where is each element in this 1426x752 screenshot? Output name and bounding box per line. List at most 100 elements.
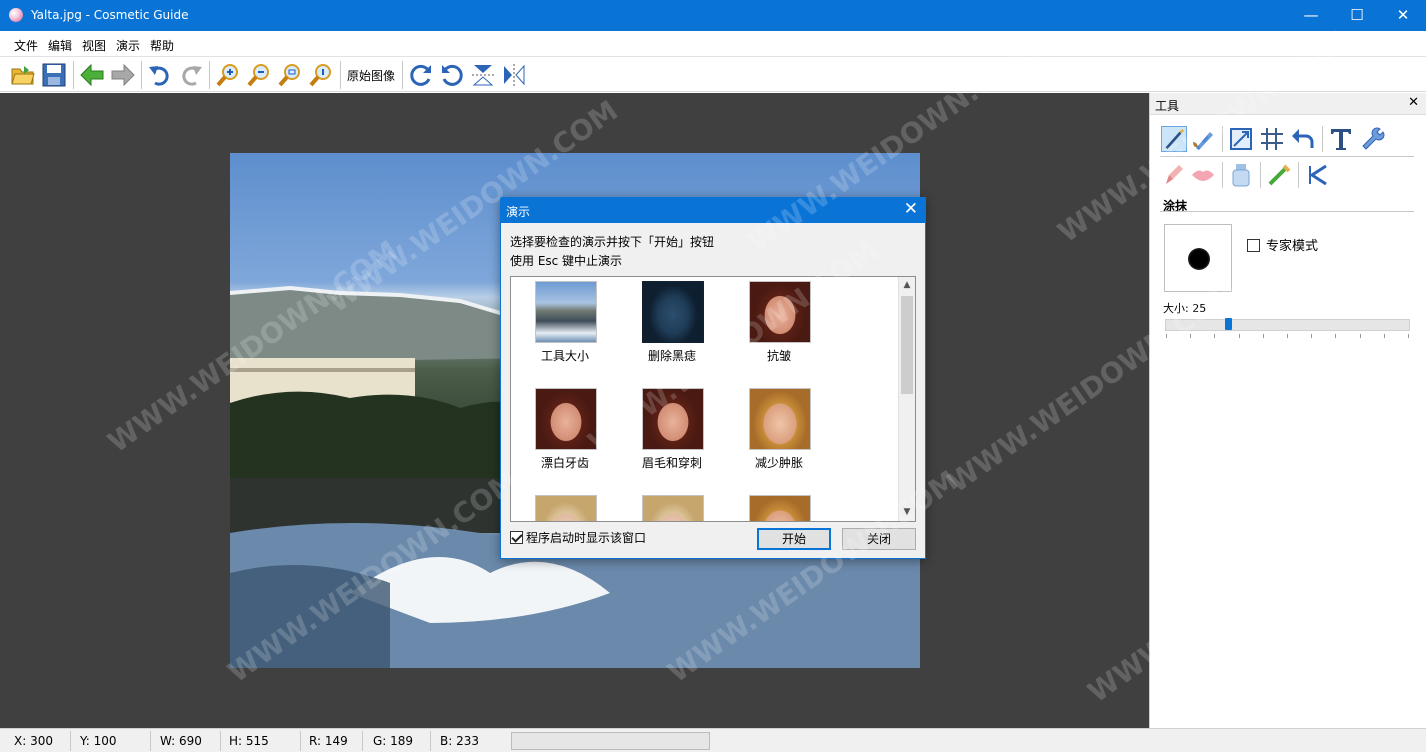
slider-tick — [1166, 334, 1167, 338]
scroll-up-icon[interactable]: ▲ — [899, 277, 915, 294]
demo-item-label: 减少肿胀 — [754, 456, 803, 470]
status-x: X: 300 — [14, 734, 53, 748]
demo-item-label: 工具大小 — [540, 349, 589, 363]
demo-thumb-face — [749, 388, 811, 450]
demo-thumb-face — [749, 495, 811, 521]
start-button[interactable]: 开始 — [757, 528, 831, 550]
brush-dot — [1188, 248, 1210, 270]
demo-item-anti-wrinkle[interactable]: 抗皱 — [729, 279, 829, 379]
back-arrow-icon[interactable] — [79, 62, 105, 88]
menu-file[interactable]: 文件 — [14, 37, 38, 54]
zoom-actual-icon[interactable] — [308, 62, 334, 88]
panel-undo-icon[interactable] — [1290, 126, 1316, 152]
demo-item-tool-size[interactable]: 工具大小 — [515, 279, 615, 379]
demo-item-label: 删除黑痣 — [647, 349, 696, 363]
zoom-fit-icon[interactable] — [277, 62, 303, 88]
rotate-cw-icon[interactable] — [408, 62, 434, 88]
app-icon — [9, 8, 23, 22]
menu-edit[interactable]: 编辑 — [48, 37, 72, 54]
slider-tick — [1335, 334, 1336, 338]
mascara-brush-icon[interactable] — [1266, 162, 1292, 188]
pencil-tool-icon[interactable] — [1161, 162, 1187, 188]
demo-item-eyebrows-piercing[interactable]: 眉毛和穿刺 — [622, 386, 722, 486]
collapse-arrow-icon[interactable] — [1304, 162, 1330, 188]
tools-panel-close-button[interactable]: ✕ — [1408, 95, 1419, 110]
maximize-button[interactable]: ☐ — [1334, 0, 1380, 31]
paint-brush-icon[interactable] — [1190, 126, 1216, 152]
expert-mode-check[interactable] — [1247, 239, 1260, 252]
demo-instruction: 选择要检查的演示并按下「开始」按钮 — [510, 235, 715, 249]
slider-tick — [1384, 334, 1385, 338]
demo-item-label: 抗皱 — [766, 349, 791, 363]
demo-thumb-face — [535, 495, 597, 521]
demo-esc-hint: 使用 Esc 键中止演示 — [510, 254, 623, 268]
slider-tick — [1311, 334, 1312, 338]
demo-thumb-face — [535, 388, 597, 450]
slider-tick — [1190, 334, 1191, 338]
window-title: Yalta.jpg - Cosmetic Guide — [31, 8, 189, 22]
smudge-brush-icon[interactable] — [1161, 126, 1187, 152]
cosmetic-bottle-icon[interactable] — [1228, 162, 1254, 188]
open-folder-icon[interactable] — [10, 62, 36, 88]
text-tool-icon[interactable] — [1328, 126, 1354, 152]
tools-panel-header: 工具 ✕ — [1150, 93, 1426, 115]
slider-tick — [1408, 334, 1409, 338]
status-w: W: 690 — [160, 734, 202, 748]
demo-thumb-seascape — [535, 281, 597, 343]
undo-icon[interactable] — [147, 62, 173, 88]
flip-horizontal-icon[interactable] — [501, 62, 527, 88]
slider-tick — [1239, 334, 1240, 338]
tools-panel-title: 工具 — [1155, 99, 1180, 113]
size-label: 大小: 25 — [1163, 302, 1207, 315]
grid-crop-icon[interactable] — [1259, 126, 1285, 152]
close-dialog-button[interactable]: 关闭 — [842, 528, 916, 550]
show-on-start-checkbox[interactable]: 程序启动时显示该窗口 — [510, 529, 646, 546]
resize-icon[interactable] — [1228, 126, 1254, 152]
close-button[interactable]: ✕ — [1380, 0, 1426, 31]
expert-mode-label: 专家模式 — [1266, 239, 1319, 254]
zoom-out-icon[interactable] — [246, 62, 272, 88]
redo-icon[interactable] — [178, 62, 204, 88]
tools-panel: 工具 ✕ 涂抹 专家模式 大小: 25 — [1149, 93, 1426, 728]
menu-bar: 文件 编辑 视图 演示 帮助 — [0, 31, 1426, 57]
demo-thumb-face — [642, 281, 704, 343]
demo-item-whiten-teeth[interactable]: 漂白牙齿 — [515, 386, 615, 486]
demo-item-reduce-swelling[interactable]: 减少肿胀 — [729, 386, 829, 486]
original-image-button[interactable]: 原始图像 — [347, 67, 395, 84]
brush-preview — [1164, 224, 1232, 292]
save-icon[interactable] — [41, 62, 67, 88]
demo-dialog-title-bar: 演示 ✕ — [501, 198, 925, 223]
demo-list-scrollbar[interactable]: ▲ ▼ — [898, 277, 915, 521]
status-y: Y: 100 — [80, 734, 117, 748]
show-on-start-label: 程序启动时显示该窗口 — [526, 531, 647, 545]
flip-vertical-icon[interactable] — [470, 62, 496, 88]
demo-list[interactable]: 工具大小 删除黑痣 抗皱 漂白牙齿 眉毛和穿刺 减少肿胀 ▲ ▼ — [510, 276, 916, 522]
size-slider-thumb[interactable] — [1225, 318, 1232, 330]
scroll-thumb[interactable] — [901, 296, 913, 394]
demo-item-remove-mole[interactable]: 删除黑痣 — [622, 279, 722, 379]
lips-icon[interactable] — [1190, 162, 1216, 188]
slider-tick — [1287, 334, 1288, 338]
scroll-down-icon[interactable]: ▼ — [899, 504, 915, 521]
forward-arrow-icon[interactable] — [110, 62, 136, 88]
toolbar: 原始图像 — [0, 57, 1426, 92]
demo-dialog: 演示 ✕ 选择要检查的演示并按下「开始」按钮 使用 Esc 键中止演示 工具大小… — [500, 197, 926, 559]
menu-help[interactable]: 帮助 — [150, 37, 174, 54]
expert-mode-checkbox[interactable]: 专家模式 — [1247, 235, 1318, 254]
demo-dialog-close-icon[interactable]: ✕ — [904, 199, 918, 219]
demo-thumb-face — [642, 388, 704, 450]
demo-dialog-title: 演示 — [506, 205, 531, 219]
minimize-button[interactable]: — — [1288, 0, 1334, 31]
wrench-icon[interactable] — [1359, 126, 1385, 152]
demo-item-partial[interactable] — [622, 493, 722, 521]
show-on-start-check[interactable] — [510, 531, 523, 544]
status-progress-bar — [511, 732, 710, 750]
slider-tick — [1263, 334, 1264, 338]
menu-demo[interactable]: 演示 — [116, 37, 140, 54]
demo-item-partial[interactable] — [515, 493, 615, 521]
rotate-ccw-icon[interactable] — [439, 62, 465, 88]
size-slider[interactable] — [1165, 318, 1410, 338]
menu-view[interactable]: 视图 — [82, 37, 106, 54]
demo-item-partial[interactable] — [729, 493, 829, 521]
zoom-in-icon[interactable] — [215, 62, 241, 88]
